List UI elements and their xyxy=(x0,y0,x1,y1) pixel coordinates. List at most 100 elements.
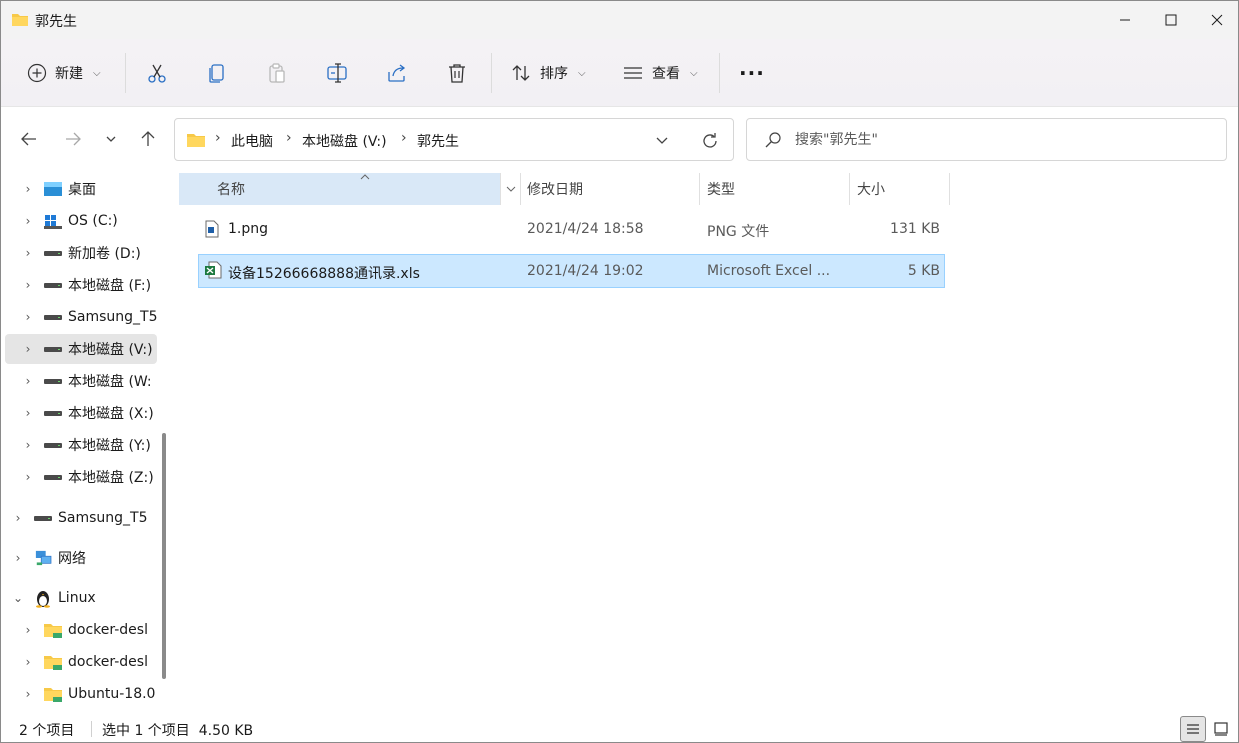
search-input[interactable] xyxy=(795,127,1215,153)
sidebar-item-label: OS (C:) xyxy=(68,213,118,229)
sidebar-item-network[interactable]: › 网络 xyxy=(5,543,157,573)
sidebar-item-label: docker-desl xyxy=(68,622,148,638)
file-row[interactable]: 1.png 2021/4/24 18:58 PNG 文件 131 KB xyxy=(198,213,945,247)
details-view-button[interactable] xyxy=(1180,716,1206,742)
column-divider[interactable] xyxy=(699,173,700,205)
file-row[interactable]: 设备15266668888通讯录.xls 2021/4/24 19:02 Mic… xyxy=(198,254,945,288)
sidebar-item-desktop[interactable]: › 桌面 xyxy=(5,174,157,204)
paste-button[interactable] xyxy=(266,53,288,93)
address-bar[interactable]: › 此电脑 › 本地磁盘 (V:) › 郭先生 xyxy=(174,118,734,161)
sidebar-item-label: Linux xyxy=(58,590,96,606)
column-header-type-label: 类型 xyxy=(707,182,735,198)
tiles-view-button[interactable] xyxy=(1208,716,1234,742)
minimize-icon xyxy=(1120,19,1130,21)
close-button[interactable] xyxy=(1194,1,1238,39)
sidebar-item-linux[interactable]: ⌄ Linux xyxy=(5,583,157,613)
column-header-name[interactable]: 名称 xyxy=(179,173,501,205)
sidebar-item-docker-desktop[interactable]: › docker-desl xyxy=(5,615,157,645)
chevron-right-icon[interactable]: › xyxy=(21,246,35,260)
share-button[interactable] xyxy=(386,53,408,93)
delete-button[interactable] xyxy=(446,53,468,93)
chevron-right-icon[interactable]: › xyxy=(21,470,35,484)
forward-button[interactable] xyxy=(59,125,87,153)
breadcrumb-this-pc[interactable]: 此电脑 xyxy=(231,131,273,151)
sidebar-scrollbar[interactable] xyxy=(162,433,166,679)
search-box[interactable] xyxy=(746,118,1227,161)
maximize-button[interactable] xyxy=(1148,1,1194,39)
refresh-icon[interactable] xyxy=(700,131,720,151)
copy-button[interactable] xyxy=(206,53,228,93)
sidebar-item-label: 本地磁盘 (Y:) xyxy=(68,438,151,454)
column-filter-button[interactable] xyxy=(501,173,520,205)
windows-drive-icon xyxy=(44,215,62,229)
chevron-right-icon[interactable]: › xyxy=(21,310,35,324)
sidebar-item-drive-v[interactable]: › 本地磁盘 (V:) xyxy=(5,334,157,364)
chevron-right-icon[interactable]: › xyxy=(11,551,25,565)
status-divider xyxy=(91,721,92,737)
sidebar-item-os-c[interactable]: › OS (C:) xyxy=(5,206,157,236)
sidebar-item-drive-d[interactable]: › 新加卷 (D:) xyxy=(5,238,157,268)
recent-locations-button[interactable] xyxy=(97,125,125,153)
more-options-button[interactable]: ··· xyxy=(739,53,765,93)
breadcrumb-drive-v[interactable]: 本地磁盘 (V:) xyxy=(302,131,387,151)
chevron-right-icon[interactable]: › xyxy=(21,342,35,356)
close-icon xyxy=(1211,14,1223,26)
chevron-right-icon[interactable]: › xyxy=(21,182,35,196)
item-count: 2 个项目 xyxy=(19,723,75,739)
chevron-down-icon: ⌵ xyxy=(578,67,586,79)
rename-button[interactable] xyxy=(326,53,348,93)
sidebar-item-ubuntu[interactable]: › Ubuntu-18.0 xyxy=(5,679,157,709)
cut-button[interactable] xyxy=(146,53,168,93)
column-divider[interactable] xyxy=(949,173,950,205)
breadcrumb-separator-icon[interactable]: › xyxy=(215,130,221,146)
chevron-right-icon[interactable]: › xyxy=(11,511,25,525)
folder-icon xyxy=(44,688,62,702)
column-divider[interactable] xyxy=(520,173,521,205)
sidebar-item-drive-f[interactable]: › 本地磁盘 (F:) xyxy=(5,270,157,300)
sidebar-item-drive-w[interactable]: › 本地磁盘 (W: xyxy=(5,366,157,396)
chevron-down-icon[interactable]: ⌄ xyxy=(11,591,25,605)
sidebar-item-docker-desktop-data[interactable]: › docker-desl xyxy=(5,647,157,677)
chevron-right-icon[interactable]: › xyxy=(21,655,35,669)
file-explorer-window: 郭先生 新建 ⌵ 排序 ⌵ 查看 ⌵ ··· › 此电脑 › 本地磁盘 (V:)… xyxy=(0,0,1239,743)
breadcrumb-separator-icon[interactable]: › xyxy=(401,130,407,146)
sort-ascending-icon xyxy=(360,174,370,180)
minimize-button[interactable] xyxy=(1102,1,1148,39)
column-header-type[interactable]: 类型 xyxy=(707,173,847,205)
chevron-down-icon[interactable] xyxy=(655,135,669,147)
column-header-size[interactable]: 大小 xyxy=(857,173,947,205)
file-type: Microsoft Excel ... xyxy=(707,263,831,279)
breadcrumb-separator-icon[interactable]: › xyxy=(286,130,292,146)
column-divider[interactable] xyxy=(849,173,850,205)
sidebar-item-drive-z[interactable]: › 本地磁盘 (Z:) xyxy=(5,462,157,492)
chevron-right-icon[interactable]: › xyxy=(21,623,35,637)
file-name: 设备15266668888通讯录.xls xyxy=(228,266,420,282)
chevron-right-icon[interactable]: › xyxy=(21,438,35,452)
sidebar-item-drive-y[interactable]: › 本地磁盘 (Y:) xyxy=(5,430,157,460)
chevron-right-icon[interactable]: › xyxy=(21,214,35,228)
sidebar-item-samsung-t5-root[interactable]: › Samsung_T5 xyxy=(5,503,157,533)
file-name: 1.png xyxy=(228,221,269,237)
chevron-down-icon: ⌵ xyxy=(93,67,101,79)
chevron-down-icon xyxy=(106,136,116,142)
new-button[interactable]: 新建 ⌵ xyxy=(27,53,101,93)
up-button[interactable] xyxy=(134,125,162,153)
list-view-icon xyxy=(624,67,642,79)
view-button[interactable]: 查看 ⌵ xyxy=(622,53,698,93)
chevron-right-icon[interactable]: › xyxy=(21,406,35,420)
drive-icon xyxy=(44,347,62,352)
sidebar-item-drive-x[interactable]: › 本地磁盘 (X:) xyxy=(5,398,157,428)
drive-icon xyxy=(44,475,62,480)
column-header-modified[interactable]: 修改日期 xyxy=(527,173,697,205)
navigation-pane: › 桌面 › OS (C:) › 新加卷 (D:) › 本地磁盘 (F:) › … xyxy=(1,171,173,713)
sidebar-item-samsung-t5[interactable]: › Samsung_T5 xyxy=(5,302,157,332)
drive-icon xyxy=(44,283,62,288)
chevron-right-icon[interactable]: › xyxy=(21,687,35,701)
chevron-right-icon[interactable]: › xyxy=(21,374,35,388)
back-button[interactable] xyxy=(15,125,43,153)
title-bar[interactable]: 郭先生 xyxy=(1,1,1238,39)
chevron-right-icon[interactable]: › xyxy=(21,278,35,292)
breadcrumb-current-folder[interactable]: 郭先生 xyxy=(417,131,459,151)
sort-button[interactable]: 排序 ⌵ xyxy=(510,53,586,93)
view-button-label: 查看 xyxy=(652,66,680,82)
